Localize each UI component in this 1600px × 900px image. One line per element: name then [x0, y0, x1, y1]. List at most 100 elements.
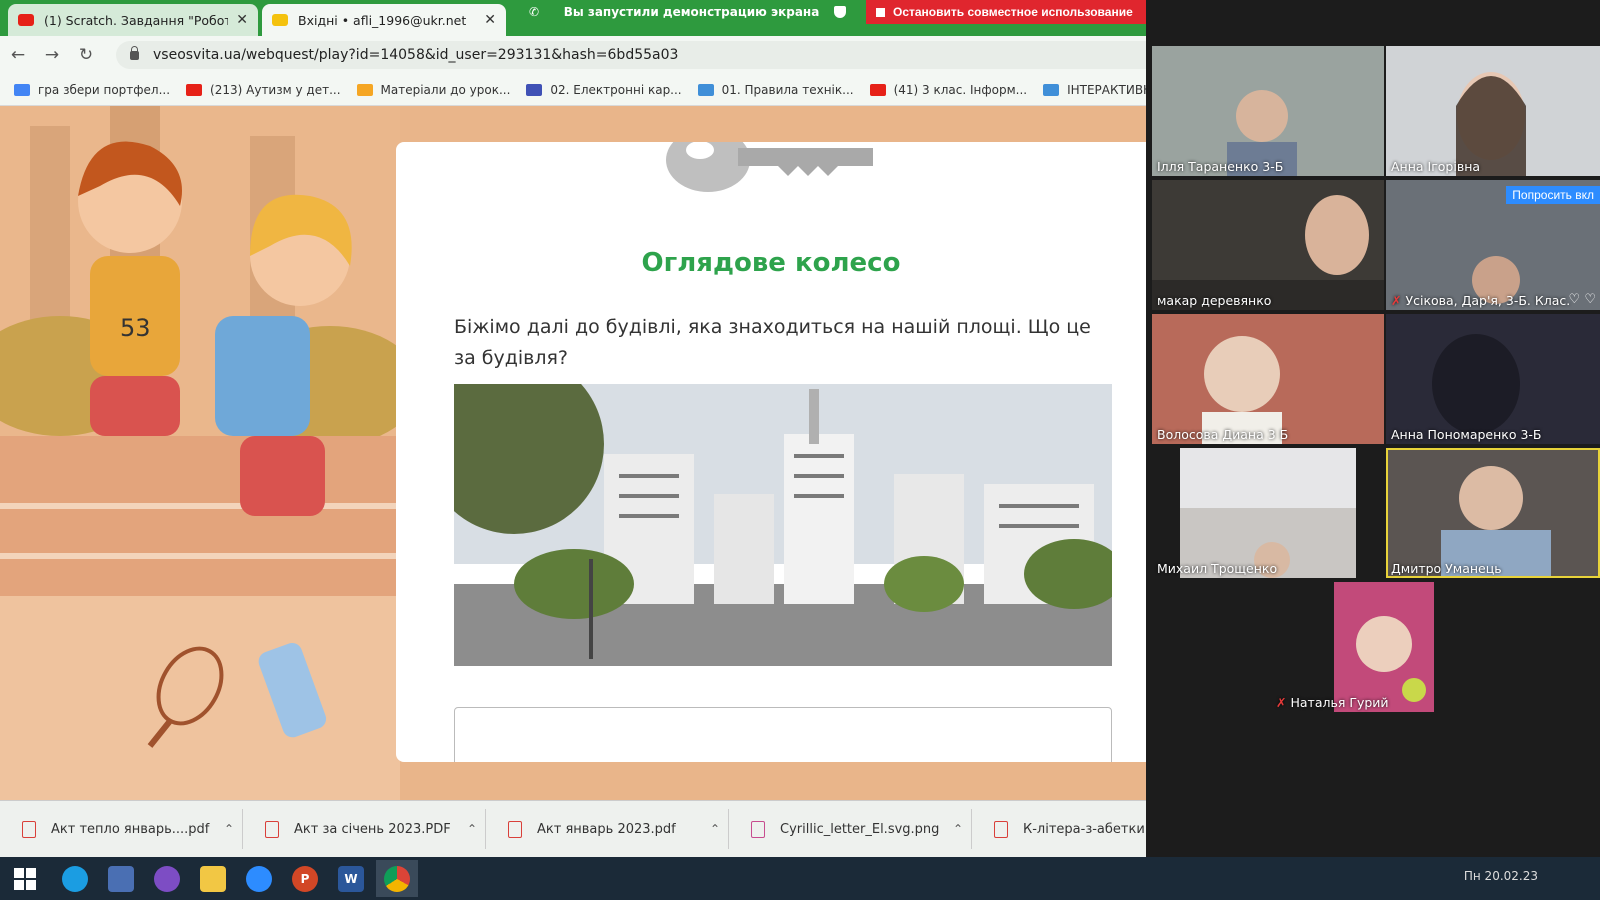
tab-scratch[interactable]: (1) Scratch. Завдання "Робот" - Y ✕	[8, 4, 258, 36]
participant-tile[interactable]: Анна Пономаренко 3-Б	[1386, 314, 1600, 444]
chevron-up-icon[interactable]: ⌃	[945, 822, 971, 836]
participant-tile-active[interactable]: Дмитро Уманець	[1386, 448, 1600, 578]
forward-icon[interactable]: →	[36, 39, 68, 71]
download-name: К-літера-з-абетки.jp	[1023, 821, 1146, 837]
video-feed	[1152, 314, 1384, 444]
stop-share-label: Остановить совместное использование	[893, 5, 1133, 19]
video-feed	[1386, 448, 1600, 578]
image-file-icon	[751, 820, 765, 838]
video-feed	[1152, 46, 1384, 176]
zoom-gallery: Ілля Тараненко 3-Б Анна Ігорівна макар д…	[1146, 0, 1600, 857]
participant-tile[interactable]: макар деревянко	[1152, 180, 1384, 310]
request-camera-button[interactable]: Попросить вкл	[1506, 186, 1600, 204]
download-item[interactable]: К-літера-з-абетки.jp	[972, 809, 1146, 849]
bookmark-item[interactable]: ІНТЕРАКТИВНІ ВПР...	[1043, 83, 1146, 97]
participant-name: Ілля Тараненко 3-Б	[1157, 159, 1284, 174]
floppy-save-icon[interactable]	[100, 860, 142, 897]
reload-icon[interactable]: ↻	[70, 39, 102, 71]
muted-mic-icon: ✗	[1391, 293, 1402, 308]
video-feed	[1386, 46, 1600, 176]
quest-card: Оглядове колесо Біжімо далі до будівлі, …	[396, 142, 1146, 762]
close-icon[interactable]: ✕	[484, 12, 496, 28]
chevron-up-icon[interactable]: ⌃	[459, 822, 485, 836]
quest-title: Оглядове колесо	[641, 248, 901, 278]
webquest-page: 53 Оглядове колесо Біжімо далі до будівл…	[0, 106, 1146, 800]
participant-tile[interactable]: ✗ Наталья Гурий	[1268, 582, 1500, 712]
tab-mail[interactable]: Вхідні • afli_1996@ukr.net ✕	[262, 4, 506, 36]
participant-name: ✗ Наталья Гурий	[1276, 695, 1389, 710]
bookmark-label: (41) 3 клас. Інформ...	[893, 82, 1028, 97]
video-feed	[1180, 448, 1356, 578]
downloads-bar: Акт тепло январь....pdf ⌃ Акт за січень …	[0, 800, 1146, 857]
download-name: Акт за січень 2023.PDF	[294, 821, 451, 837]
tab-title: (1) Scratch. Завдання "Робот" - Y	[44, 12, 229, 28]
running-girls-illustration: 53	[0, 106, 400, 800]
participant-tile[interactable]: Волосова Диана 3 Б	[1152, 314, 1384, 444]
lock-icon	[130, 45, 139, 60]
participant-tile[interactable]: Попросить вкл ✗ Усікова, Дар'я, 3-Б. Клас…	[1386, 180, 1600, 310]
youtube-icon	[18, 14, 34, 26]
stop-share-button[interactable]: Остановить совместное использование	[866, 0, 1146, 24]
answer-input[interactable]	[454, 707, 1112, 762]
muted-mic-icon: ✗	[1276, 695, 1287, 710]
video-feed	[1152, 180, 1384, 310]
participant-tile[interactable]: Михаил Трощенко	[1152, 448, 1384, 578]
participant-name: Михаил Трощенко	[1157, 561, 1278, 576]
chevron-up-icon[interactable]: ⌃	[702, 822, 728, 836]
bookmark-label: (213) Аутизм у дет...	[210, 82, 341, 97]
video-feed	[1334, 582, 1434, 712]
pdf-file-icon	[22, 820, 36, 838]
bookmark-item[interactable]: (41) 3 клас. Інформ...	[869, 82, 1028, 97]
download-item[interactable]: Акт январь 2023.pdf ⌃	[486, 809, 729, 849]
svg-text:53: 53	[120, 314, 151, 342]
download-item[interactable]: Акт за січень 2023.PDF ⌃	[243, 809, 486, 849]
building-photo	[454, 384, 1112, 666]
phone-icon: ✆	[529, 5, 540, 19]
bookmark-item[interactable]: (213) Аутизм у дет...	[186, 82, 341, 97]
chevron-up-icon[interactable]: ⌃	[216, 822, 242, 836]
pdf-file-icon	[508, 820, 522, 838]
chrome-icon[interactable]	[376, 860, 418, 897]
file-explorer-icon[interactable]	[192, 860, 234, 897]
bookmark-item[interactable]: Матеріали до урок...	[356, 82, 511, 97]
participant-tile[interactable]: Анна Ігорівна	[1386, 46, 1600, 176]
back-icon[interactable]: ←	[2, 39, 34, 71]
download-name: Cyrillic_letter_El.svg.png	[780, 821, 940, 837]
bookmark-label: Матеріали до урок...	[380, 82, 511, 97]
video-feed	[1386, 314, 1600, 444]
windows-start-icon[interactable]	[4, 860, 46, 897]
viber-icon[interactable]	[146, 860, 188, 897]
bookmark-item[interactable]: 02. Електронні кар...	[526, 82, 682, 97]
participant-tile[interactable]: Ілля Тараненко 3-Б	[1152, 46, 1384, 176]
shield-icon	[834, 6, 846, 18]
image-file-icon	[994, 820, 1008, 838]
document-icon	[697, 83, 714, 96]
youtube-icon	[869, 83, 886, 96]
document-icon	[1043, 83, 1060, 96]
participant-name: Дмитро Уманець	[1391, 561, 1502, 576]
download-item[interactable]: Акт тепло январь....pdf ⌃	[0, 809, 243, 849]
bookmark-label: 02. Електронні кар...	[550, 82, 682, 97]
bookmark-item[interactable]: гра збери портфел...	[14, 83, 170, 97]
close-icon[interactable]: ✕	[236, 12, 248, 28]
key-icon	[666, 142, 873, 192]
powerpoint-icon[interactable]: P	[284, 860, 326, 897]
taskbar-clock[interactable]: Пн 20.02.23	[1464, 869, 1538, 883]
bookmark-label: 01. Правила технік...	[721, 82, 854, 97]
youtube-icon	[186, 83, 203, 96]
url-input[interactable]: vseosvita.ua/webquest/play?id=14058&id_u…	[116, 41, 1146, 69]
edge-icon[interactable]	[54, 860, 96, 897]
download-item[interactable]: Cyrillic_letter_El.svg.png ⌃	[729, 809, 972, 849]
participant-name: макар деревянко	[1157, 293, 1272, 308]
quest-question: Біжімо далі до будівлі, яка знаходиться …	[454, 316, 1091, 369]
word-icon[interactable]: W	[330, 860, 372, 897]
browser-window: (1) Scratch. Завдання "Робот" - Y ✕ Вхід…	[0, 0, 1146, 857]
url-text: vseosvita.ua/webquest/play?id=14058&id_u…	[153, 47, 679, 63]
bookmark-item[interactable]: 01. Правила технік...	[697, 82, 854, 97]
heart-icon[interactable]: ♡ ♡	[1569, 292, 1596, 307]
windows-taskbar: P W Пн 20.02.23	[0, 857, 1600, 900]
participant-name: ✗ Усікова, Дар'я, 3-Б. Клас.	[1391, 293, 1571, 308]
participant-name: Анна Ігорівна	[1391, 159, 1481, 174]
zoom-icon[interactable]	[238, 860, 280, 897]
pdf-file-icon	[265, 820, 279, 838]
